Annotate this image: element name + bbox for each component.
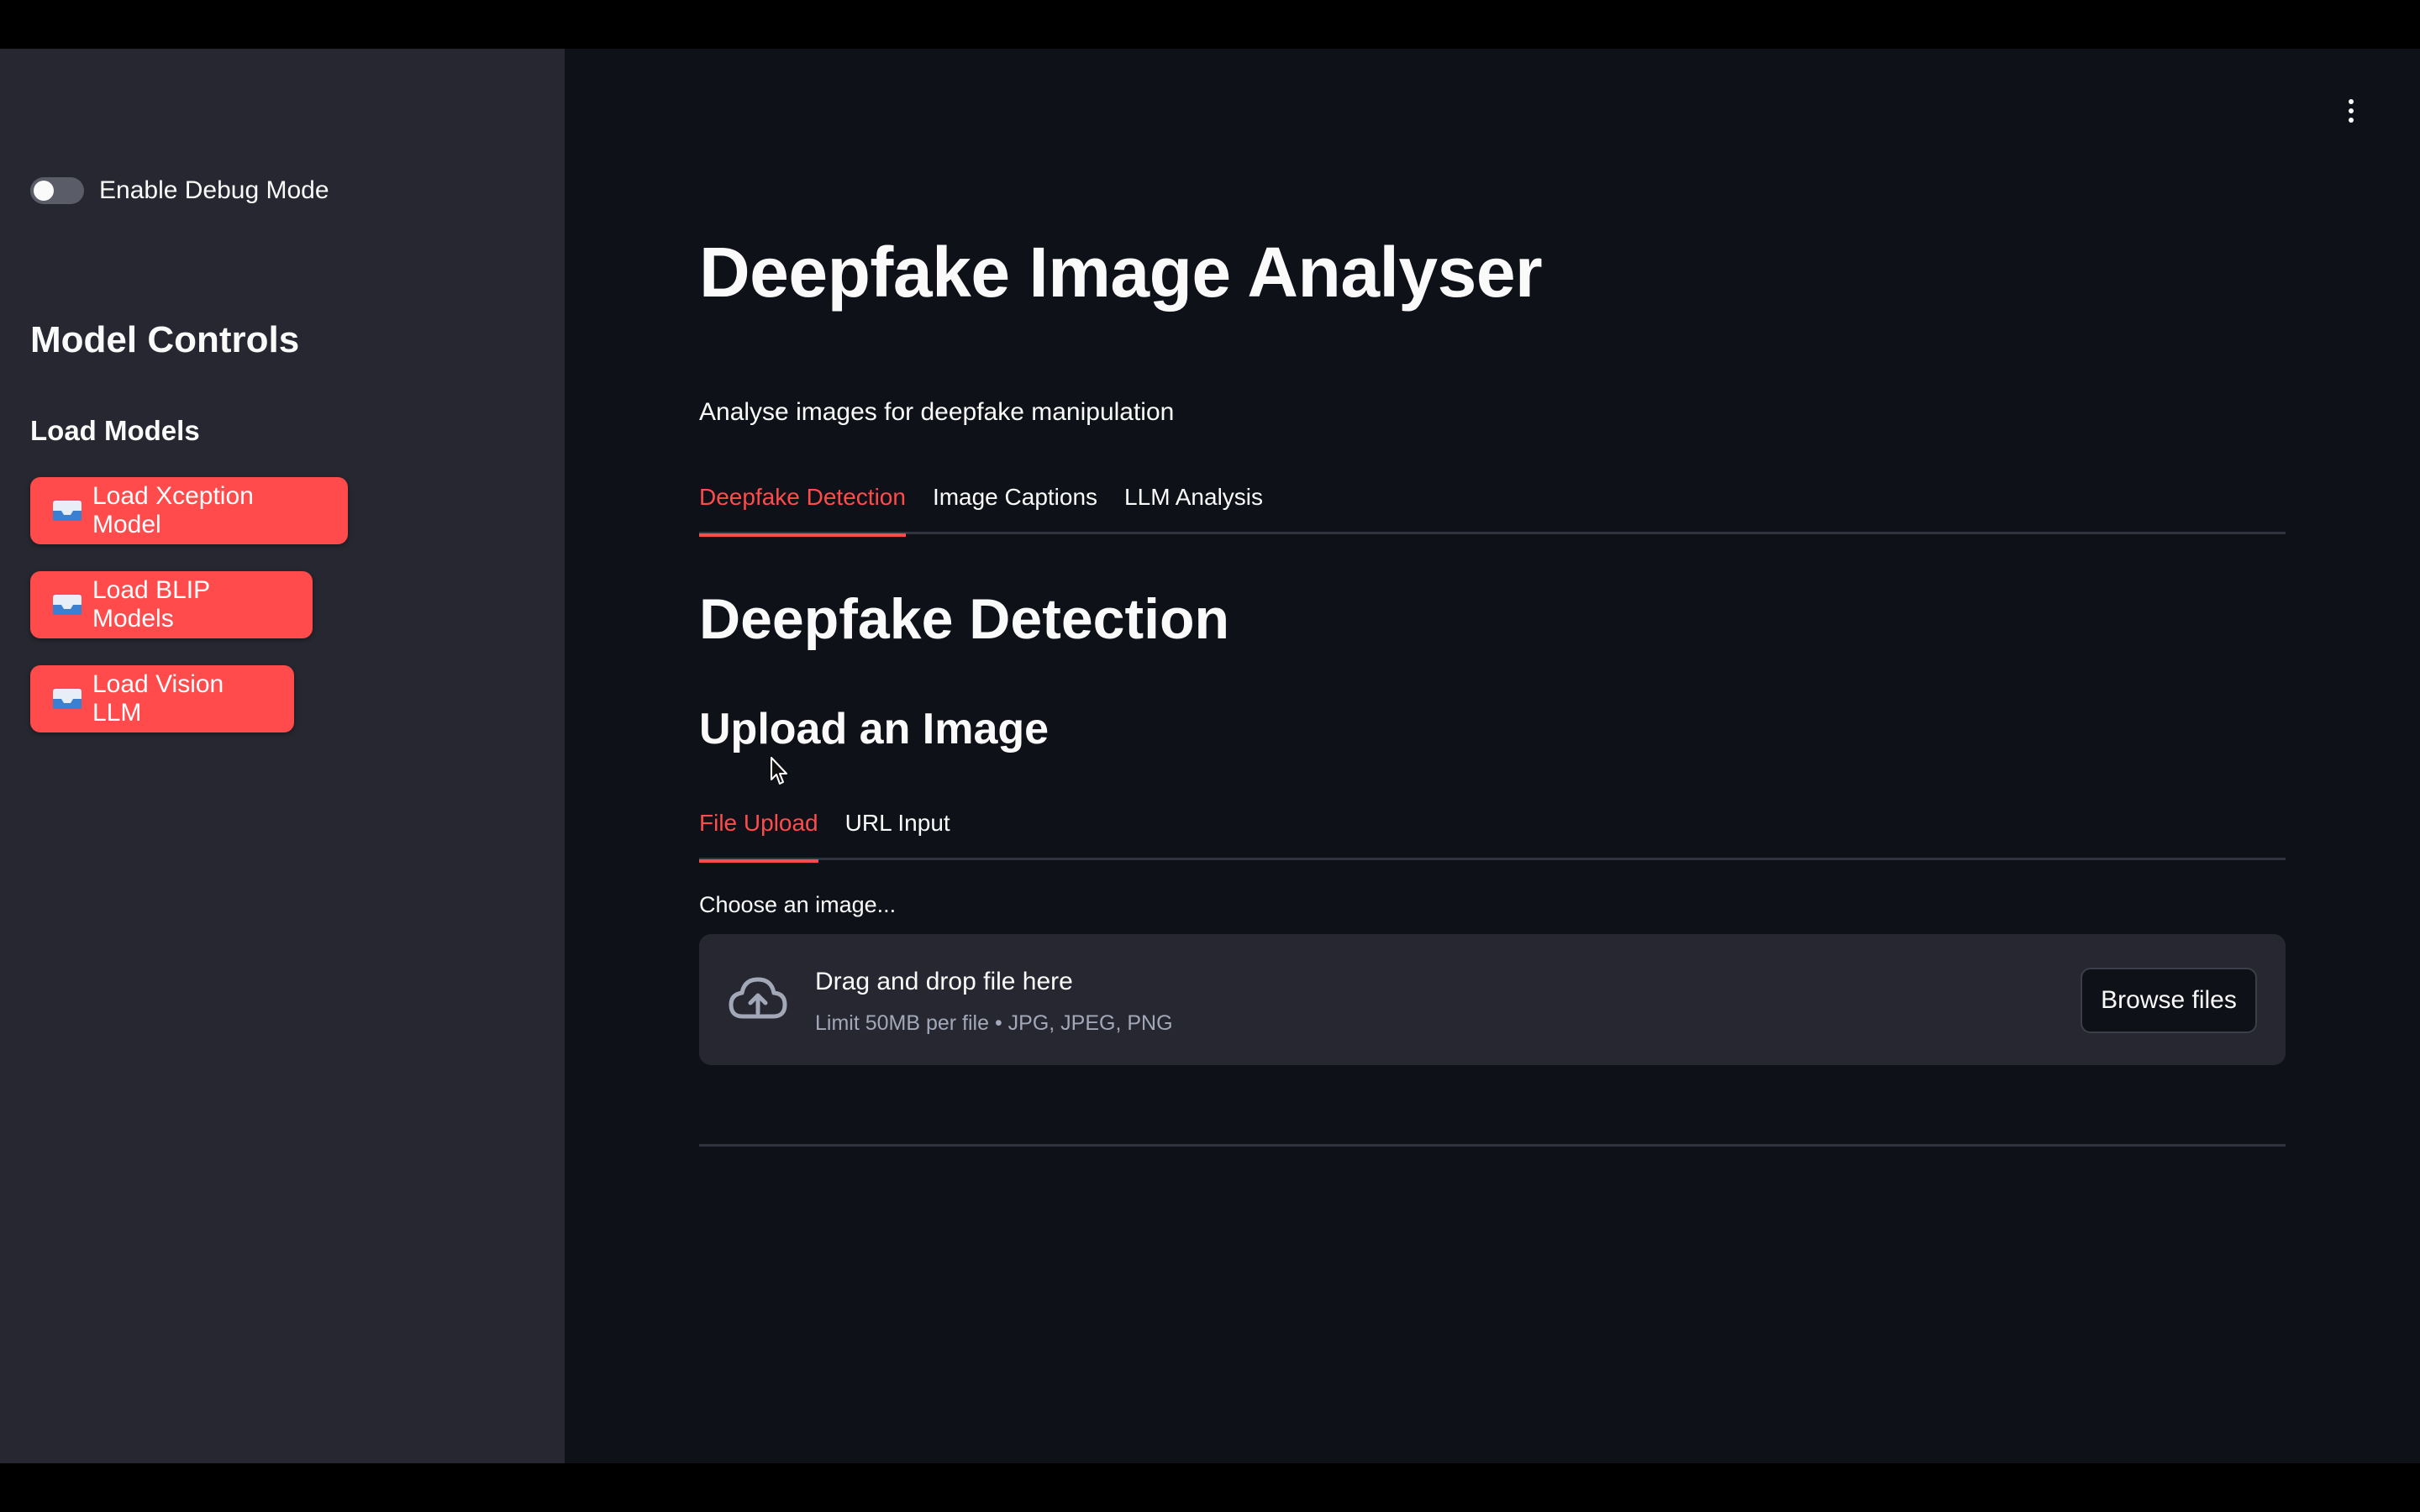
load-blip-button[interactable]: Load BLIP Models: [30, 571, 313, 638]
cloud-upload-icon: [726, 971, 790, 1028]
mouse-cursor-icon: [770, 756, 790, 786]
tray-icon: [52, 593, 82, 617]
tab-url-input[interactable]: URL Input: [845, 795, 950, 860]
file-dropzone[interactable]: Drag and drop file here Limit 50MB per f…: [699, 934, 2286, 1065]
load-vision-llm-button[interactable]: Load Vision LLM: [30, 665, 294, 732]
sidebar: Enable Debug Mode Model Controls Load Mo…: [0, 49, 565, 1463]
load-xception-button[interactable]: Load Xception Model: [30, 477, 348, 544]
browse-files-button[interactable]: Browse files: [2081, 968, 2257, 1033]
tray-icon: [52, 499, 82, 522]
uploader-label: Choose an image...: [699, 892, 897, 917]
sidebar-title: Model Controls: [30, 319, 300, 360]
more-options-icon[interactable]: [2341, 86, 2361, 136]
tab-deepfake-detection[interactable]: Deepfake Detection: [699, 469, 906, 537]
tab-file-upload[interactable]: File Upload: [699, 795, 818, 863]
dropzone-limit: Limit 50MB per file • JPG, JPEG, PNG: [815, 1011, 1173, 1035]
dropzone-title: Drag and drop file here: [815, 968, 1073, 995]
debug-toggle-label: Enable Debug Mode: [99, 176, 329, 204]
main-content: Deepfake Image Analyser Analyse images f…: [565, 49, 2420, 1463]
divider: [699, 1144, 2286, 1147]
debug-toggle-row[interactable]: Enable Debug Mode: [30, 176, 329, 205]
upload-title: Upload an Image: [699, 705, 1050, 753]
tab-image-captions[interactable]: Image Captions: [933, 469, 1097, 534]
load-vision-llm-label: Load Vision LLM: [92, 670, 224, 727]
upload-tabs: File Upload URL Input: [699, 795, 2286, 863]
section-title: Deepfake Detection: [699, 587, 1230, 651]
tray-icon: [52, 687, 82, 711]
main-tabs: Deepfake Detection Image Captions LLM An…: [699, 469, 2286, 537]
sidebar-section-title: Load Models: [30, 415, 200, 446]
page-subtitle: Analyse images for deepfake manipulation: [699, 398, 1175, 426]
debug-toggle[interactable]: [30, 177, 84, 204]
tab-llm-analysis[interactable]: LLM Analysis: [1124, 469, 1263, 534]
page-title: Deepfake Image Analyser: [699, 233, 1543, 312]
load-blip-label: Load BLIP Models: [92, 576, 210, 633]
app-window: Enable Debug Mode Model Controls Load Mo…: [0, 49, 2420, 1463]
load-xception-label: Load Xception Model: [92, 482, 254, 538]
